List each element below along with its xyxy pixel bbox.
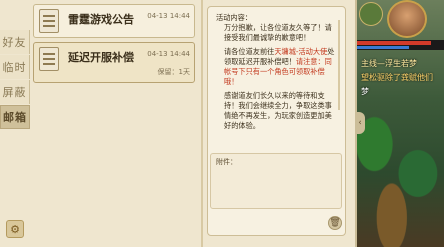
letter-icon: [39, 47, 59, 71]
menu-round-icon[interactable]: [359, 2, 383, 26]
attachment-box[interactable]: 附件：: [210, 153, 342, 209]
tab-blocked[interactable]: 屏蔽: [0, 80, 30, 104]
mail-time: 04-13 14:44: [147, 12, 190, 20]
content-heading: 活动内容：: [216, 13, 252, 22]
mail-retention: 保留：1天: [157, 68, 190, 76]
game-background: 主线—浮生若梦 望松驱除了龚赋他们 梦 ‹: [357, 0, 444, 247]
mail-panel: 好友 临时 屏蔽 邮箱 ⚙ 雷霆游戏公告 04-13 14:44 延迟开服补偿 …: [0, 0, 357, 247]
tab-temporary[interactable]: 临时: [0, 55, 30, 79]
content-scrollbar[interactable]: [338, 20, 340, 110]
mail-title: 雷霆游戏公告: [68, 13, 134, 26]
content-para3: 感谢道友们长久以来的等待和支持！我们会继续全力，争取这类事情绝不再发生，为玩家创…: [224, 91, 332, 130]
status-bars: [357, 40, 444, 50]
hp-bar: [357, 41, 431, 45]
settings-icon[interactable]: ⚙: [6, 220, 24, 238]
content-para2: 请各位道友前往天墉城-活动大使处领取延迟开服补偿吧！请注意：同帐号下只有一个角色…: [224, 47, 335, 86]
delete-button[interactable]: 🗑: [328, 216, 342, 230]
mp-bar: [357, 46, 410, 49]
avatar[interactable]: [387, 0, 427, 38]
side-tabs: 好友 临时 屏蔽 邮箱: [0, 30, 30, 130]
mail-item[interactable]: 雷霆游戏公告 04-13 14:44: [33, 4, 195, 38]
tab-mailbox[interactable]: 邮箱: [0, 105, 30, 129]
letter-icon: [39, 9, 59, 33]
mail-title: 延迟开服补偿: [68, 51, 134, 64]
quest-line1[interactable]: 主线—浮生若梦: [361, 58, 417, 69]
scenery: [357, 100, 444, 247]
divider: [201, 0, 203, 247]
tab-friends[interactable]: 好友: [0, 30, 30, 54]
quest-line2[interactable]: 望松驱除了龚赋他们: [361, 72, 433, 83]
trash-icon: 🗑: [329, 218, 341, 228]
attachment-label: 附件：: [216, 158, 237, 166]
mail-item-selected[interactable]: 延迟开服补偿 04-13 14:44 保留：1天: [33, 42, 195, 83]
collapse-arrow-icon[interactable]: ‹: [357, 112, 365, 134]
mail-time: 04-13 14:44: [147, 50, 190, 58]
mail-list: 雷霆游戏公告 04-13 14:44 延迟开服补偿 04-13 14:44 保留…: [33, 4, 195, 242]
content-para1: 万分抱歉，让各位道友久等了！请接受我们最诚挚的歉意吧！: [224, 23, 332, 42]
quest-line3: 梦: [361, 87, 369, 96]
